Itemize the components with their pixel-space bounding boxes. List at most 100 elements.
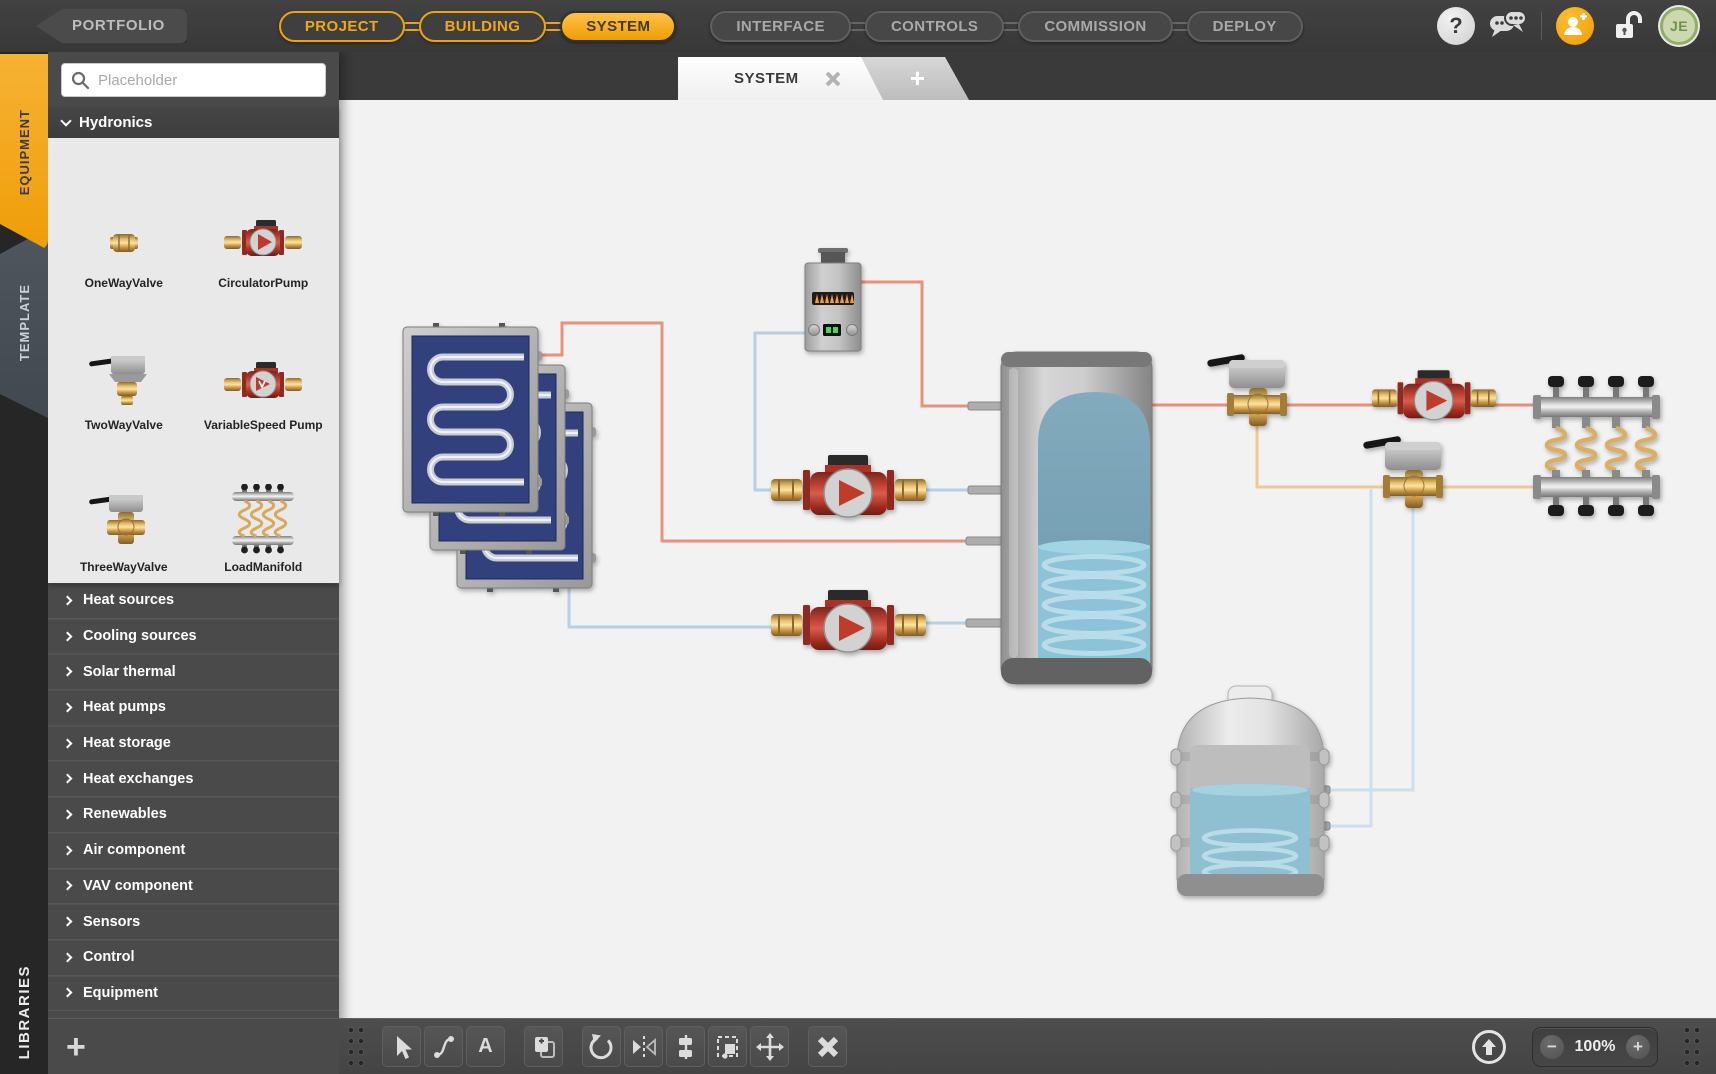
move-tool-button[interactable]	[750, 1026, 789, 1067]
avatar-initials: JE	[1670, 18, 1688, 34]
connector-tool-button[interactable]	[424, 1026, 463, 1067]
select-tool-button[interactable]	[382, 1026, 421, 1067]
solar-collector-array[interactable]	[403, 323, 596, 592]
pipe-dhw-2[interactable]	[1328, 489, 1371, 826]
pipe-solar-return[interactable]	[569, 540, 775, 627]
step-commission[interactable]: COMMISSION	[1018, 11, 1172, 42]
arrow-up-icon	[1480, 1038, 1498, 1056]
category-control[interactable]: Control	[48, 940, 339, 976]
equipment-item-twowayvalve[interactable]: TwoWayValve	[59, 290, 189, 432]
application-window: PORTFOLIO PROJECT BUILDING SYSTEM INTERF…	[0, 0, 1716, 1074]
step-connector	[403, 22, 421, 31]
gas-boiler[interactable]	[805, 248, 861, 351]
zoom-level: 100%	[1575, 1038, 1616, 1056]
section-label: Hydronics	[79, 114, 152, 131]
chevron-right-icon	[63, 845, 73, 855]
chevron-down-icon	[60, 115, 71, 126]
close-tab-icon[interactable]	[825, 71, 841, 87]
section-hydronics[interactable]: Hydronics	[48, 107, 339, 138]
delete-tool-button[interactable]	[808, 1026, 847, 1067]
category-sensors[interactable]: Sensors	[48, 904, 339, 940]
tab-system[interactable]: SYSTEM	[678, 57, 883, 100]
equipment-item-loadmanifold[interactable]: LoadManifold	[198, 432, 328, 574]
divider	[1541, 12, 1542, 40]
step-controls[interactable]: CONTROLS	[865, 11, 1004, 42]
toolbar-grip-handle[interactable]	[348, 1026, 368, 1068]
category-air-component[interactable]: Air component	[48, 833, 339, 869]
rotate-tool-button[interactable]	[582, 1026, 621, 1067]
pipe-boiler-hot[interactable]	[856, 282, 1001, 406]
avatar[interactable]: JE	[1660, 7, 1698, 45]
step-project[interactable]: PROJECT	[279, 11, 405, 42]
search-input[interactable]	[61, 63, 326, 97]
equipment-item-onewayvalve[interactable]: OneWayValve	[59, 148, 189, 290]
step-deploy[interactable]: DEPLOY	[1187, 11, 1303, 42]
pipe-boiler-return[interactable]	[755, 333, 806, 490]
schematic-canvas[interactable]	[339, 100, 1716, 1018]
plus-icon: +	[910, 63, 925, 94]
portfolio-button[interactable]: PORTFOLIO	[36, 9, 187, 43]
equipment-item-threewayvalve[interactable]: ThreeWayValve	[59, 432, 189, 574]
dhw-tank[interactable]	[1171, 686, 1329, 896]
delete-x-icon	[815, 1034, 841, 1060]
pipe-solar-hot[interactable]	[538, 323, 1001, 541]
chevron-right-icon	[63, 595, 73, 605]
marquee-select-tool-button[interactable]	[708, 1026, 747, 1067]
category-heat-exchanges[interactable]: Heat exchanges	[48, 761, 339, 797]
top-bar: PORTFOLIO PROJECT BUILDING SYSTEM INTERF…	[0, 0, 1716, 52]
invite-user-button[interactable]	[1556, 7, 1594, 45]
align-icon	[673, 1033, 699, 1061]
zoom-in-button[interactable]: +	[1626, 1035, 1650, 1059]
equipment-palette: OneWayValve CirculatorPump	[48, 138, 339, 583]
load-manifold[interactable]	[1533, 376, 1660, 516]
three-way-valve-icon	[81, 488, 167, 554]
text-tool-icon: A	[478, 1035, 492, 1058]
portfolio-label: PORTFOLIO	[72, 17, 165, 34]
question-mark-icon: ?	[1449, 13, 1462, 39]
circulator-pump-upper[interactable]	[771, 455, 926, 517]
tab-equipment[interactable]: EQUIPMENT	[0, 54, 48, 250]
chevron-right-icon	[63, 881, 73, 891]
category-list: Heat sources Cooling sources Solar therm…	[48, 583, 339, 1018]
category-cooling-sources[interactable]: Cooling sources	[48, 619, 339, 655]
marquee-icon	[714, 1033, 742, 1061]
align-tool-button[interactable]	[666, 1026, 705, 1067]
category-vav-component[interactable]: VAV component	[48, 869, 339, 905]
tab-template[interactable]: TEMPLATE	[0, 228, 48, 418]
mirror-tool-button[interactable]	[624, 1026, 663, 1067]
chevron-right-icon	[63, 952, 73, 962]
three-way-valve-lower[interactable]	[1363, 436, 1443, 508]
add-library-button[interactable]: +	[66, 1032, 86, 1062]
step-interface[interactable]: INTERFACE	[710, 11, 851, 42]
category-renewables[interactable]: Renewables	[48, 797, 339, 833]
category-heat-storage[interactable]: Heat storage	[48, 726, 339, 762]
category-solar-thermal[interactable]: Solar thermal	[48, 654, 339, 690]
two-way-valve-icon	[81, 348, 167, 412]
equipment-item-circulatorpump[interactable]: CirculatorPump	[198, 148, 328, 290]
buffer-storage-tank[interactable]	[1001, 352, 1152, 684]
category-heat-sources[interactable]: Heat sources	[48, 583, 339, 619]
step-building[interactable]: BUILDING	[419, 11, 547, 42]
export-up-button[interactable]	[1472, 1030, 1506, 1064]
duplicate-tool-button[interactable]	[524, 1026, 563, 1067]
text-tool-button[interactable]: A	[466, 1026, 505, 1067]
lock-button[interactable]	[1608, 7, 1646, 45]
canvas-tab-strip: + SYSTEM	[339, 52, 1716, 100]
zoom-out-button[interactable]: −	[1540, 1035, 1564, 1059]
chat-button[interactable]	[1489, 7, 1527, 45]
circulator-pump-right[interactable]	[1372, 370, 1496, 420]
three-way-valve-upper[interactable]	[1207, 354, 1287, 426]
cursor-icon	[390, 1034, 414, 1060]
chevron-right-icon	[63, 631, 73, 641]
step-system-active[interactable]: SYSTEM	[560, 11, 676, 42]
chevron-right-icon	[63, 988, 73, 998]
chevron-right-icon	[63, 917, 73, 927]
toolbar-grip-handle[interactable]	[1684, 1026, 1704, 1068]
help-button[interactable]: ?	[1437, 7, 1475, 45]
circulator-pump-lower[interactable]	[771, 590, 926, 652]
equipment-item-variablespeedpump[interactable]: VariableSpeed Pump	[198, 290, 328, 432]
category-equipment[interactable]: Equipment	[48, 976, 339, 1012]
category-heat-pumps[interactable]: Heat pumps	[48, 690, 339, 726]
zoom-control: − 100% +	[1532, 1027, 1658, 1067]
circulator-pump-icon	[220, 208, 306, 270]
